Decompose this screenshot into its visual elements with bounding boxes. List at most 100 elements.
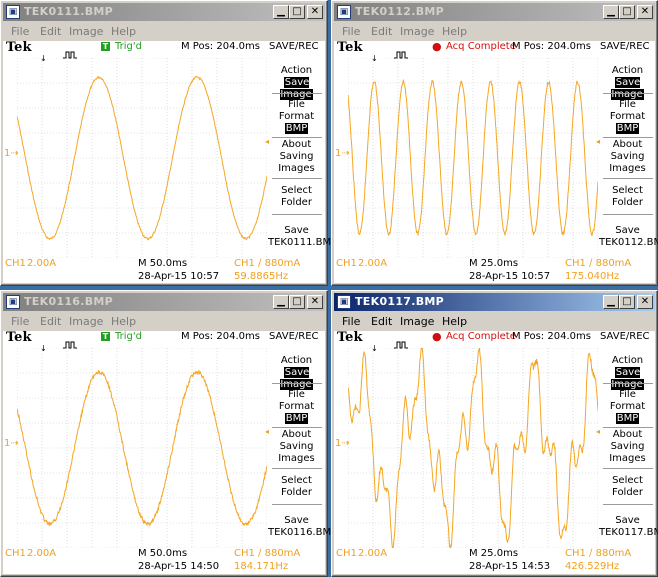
- scope-display: Tek T Trig'd M Pos: 204.0ms SAVE/REC ↓ 1⇢ ◂ Acti…: [3, 40, 337, 283]
- frequency-readout: 59.8865Hz: [234, 271, 289, 282]
- maximize-button[interactable]: □: [619, 295, 635, 309]
- ch1-level-marker: 1⇢: [4, 148, 19, 159]
- folder-label[interactable]: Folder: [268, 197, 325, 209]
- maximize-button[interactable]: □: [619, 5, 635, 19]
- save-label-text: Save: [615, 225, 640, 236]
- scope-display: Tek T Trig'd M Pos: 204.0ms SAVE/REC ↓ 1⇢ ◂ Acti…: [3, 330, 337, 574]
- minimize-button[interactable]: ▁: [273, 5, 289, 19]
- divider: [603, 214, 653, 215]
- title-bar[interactable]: ▣ TEK0111.BMP ▁ □ ✕: [3, 3, 325, 21]
- select-label[interactable]: Select: [268, 475, 325, 487]
- menu-image[interactable]: Image: [400, 315, 434, 328]
- window-tek0116[interactable]: ▣ TEK0116.BMP ▁ □ ✕ File Edit Image Help Tek T Trig…: [0, 290, 337, 577]
- menu-edit[interactable]: Edit: [371, 25, 392, 38]
- window-tek0117[interactable]: ▣ TEK0117.BMP ▁ □ ✕ File Edit Image Help Tek ● Acq …: [331, 290, 658, 577]
- window-tek0111[interactable]: ▣ TEK0111.BMP ▁ □ ✕ File Edit Image Help Tek T Trig…: [0, 0, 337, 286]
- folder-label[interactable]: Folder: [599, 197, 656, 209]
- save-image-button[interactable]: Save Image: [268, 77, 325, 101]
- menu-help[interactable]: Help: [111, 25, 136, 38]
- save-label[interactable]: Save: [599, 225, 656, 237]
- close-button[interactable]: ✕: [637, 5, 653, 19]
- menu-edit[interactable]: Edit: [371, 315, 392, 328]
- saving-label[interactable]: Saving: [599, 441, 656, 453]
- save-filename[interactable]: TEK0112.BMP: [599, 237, 658, 249]
- menu-image[interactable]: Image: [400, 25, 434, 38]
- ch1-scale: 2.00A: [358, 548, 388, 559]
- menu-file[interactable]: File: [342, 25, 360, 38]
- select-label-text: Select: [281, 185, 312, 196]
- menu-help[interactable]: Help: [442, 25, 467, 38]
- title-bar[interactable]: ▣ TEK0112.BMP ▁ □ ✕: [334, 3, 655, 21]
- about-label[interactable]: About: [599, 139, 656, 151]
- file-label-text: File: [619, 99, 636, 110]
- save-image-button-text: Save Image: [280, 367, 313, 390]
- close-button[interactable]: ✕: [637, 295, 653, 309]
- title-bar[interactable]: ▣ TEK0116.BMP ▁ □ ✕: [3, 293, 325, 311]
- close-button[interactable]: ✕: [307, 5, 323, 19]
- ch1-level-marker: 1⇢: [4, 438, 19, 449]
- select-label[interactable]: Select: [599, 475, 656, 487]
- scope-display: Tek ● Acq Complete M Pos: 204.0ms SAVE/REC ↓ 1…: [334, 330, 658, 574]
- bmp-format-button[interactable]: BMP: [599, 123, 656, 135]
- menu-image[interactable]: Image: [69, 25, 103, 38]
- folder-label[interactable]: Folder: [599, 487, 656, 499]
- bmp-format-button[interactable]: BMP: [268, 413, 325, 425]
- close-button[interactable]: ✕: [307, 295, 323, 309]
- save-image-button[interactable]: Save Image: [599, 77, 656, 101]
- images-label[interactable]: Images: [599, 453, 656, 465]
- maximize-button[interactable]: □: [289, 295, 305, 309]
- window-title: TEK0111.BMP: [24, 5, 114, 18]
- minimize-button[interactable]: ▁: [603, 295, 619, 309]
- images-label[interactable]: Images: [268, 163, 325, 175]
- select-label[interactable]: Select: [268, 185, 325, 197]
- minimize-button[interactable]: ▁: [603, 5, 619, 19]
- timebase: M 25.0ms: [469, 548, 519, 559]
- save-label[interactable]: Save: [599, 515, 656, 527]
- saving-label[interactable]: Saving: [268, 441, 325, 453]
- saving-label-text: Saving: [279, 441, 314, 452]
- images-label[interactable]: Images: [599, 163, 656, 175]
- horizontal-position: M Pos: 204.0ms: [512, 331, 591, 342]
- ch1-level-marker: 1⇢: [335, 438, 350, 449]
- images-label[interactable]: Images: [268, 453, 325, 465]
- bmp-format-button[interactable]: BMP: [599, 413, 656, 425]
- saving-label[interactable]: Saving: [599, 151, 656, 163]
- save-label[interactable]: Save: [268, 515, 325, 527]
- save-filename[interactable]: TEK0111.BMP: [268, 237, 337, 249]
- title-bar[interactable]: ▣ TEK0117.BMP ▁ □ ✕: [334, 293, 655, 311]
- menu-file[interactable]: File: [11, 315, 29, 328]
- save-filename[interactable]: TEK0116.BMP: [268, 527, 337, 539]
- format-label: Format: [268, 401, 325, 413]
- save-filename[interactable]: TEK0117.BMP: [599, 527, 658, 539]
- format-label: Format: [599, 401, 656, 413]
- about-label[interactable]: About: [268, 139, 325, 151]
- minimize-button[interactable]: ▁: [273, 295, 289, 309]
- save-image-button[interactable]: Save Image: [599, 367, 656, 391]
- about-label[interactable]: About: [268, 429, 325, 441]
- about-label[interactable]: About: [599, 429, 656, 441]
- acquisition-status: Acq Complete: [446, 41, 516, 52]
- menu-file[interactable]: File: [342, 315, 360, 328]
- bmp-format-button[interactable]: BMP: [268, 123, 325, 135]
- menu-image[interactable]: Image: [69, 315, 103, 328]
- select-label-text: Select: [281, 475, 312, 486]
- saving-label-text: Saving: [279, 151, 314, 162]
- folder-label[interactable]: Folder: [268, 487, 325, 499]
- trigger-setting: CH1 ∕ 880mA: [565, 548, 632, 559]
- menu-edit[interactable]: Edit: [40, 315, 61, 328]
- window-tek0112[interactable]: ▣ TEK0112.BMP ▁ □ ✕ File Edit Image Help Tek ● Acq …: [331, 0, 658, 286]
- menu-help[interactable]: Help: [111, 315, 136, 328]
- save-image-button[interactable]: Save Image: [268, 367, 325, 391]
- divider: [272, 504, 322, 505]
- save-label[interactable]: Save: [268, 225, 325, 237]
- menu-file[interactable]: File: [11, 25, 29, 38]
- saving-label[interactable]: Saving: [268, 151, 325, 163]
- select-label[interactable]: Select: [599, 185, 656, 197]
- maximize-button[interactable]: □: [289, 5, 305, 19]
- ch1-label: CH1: [5, 258, 26, 269]
- menu-edit[interactable]: Edit: [40, 25, 61, 38]
- tek-logo: Tek: [6, 330, 32, 345]
- app-icon: ▣: [337, 5, 351, 19]
- format-label-text: Format: [609, 111, 646, 122]
- menu-help[interactable]: Help: [442, 315, 467, 328]
